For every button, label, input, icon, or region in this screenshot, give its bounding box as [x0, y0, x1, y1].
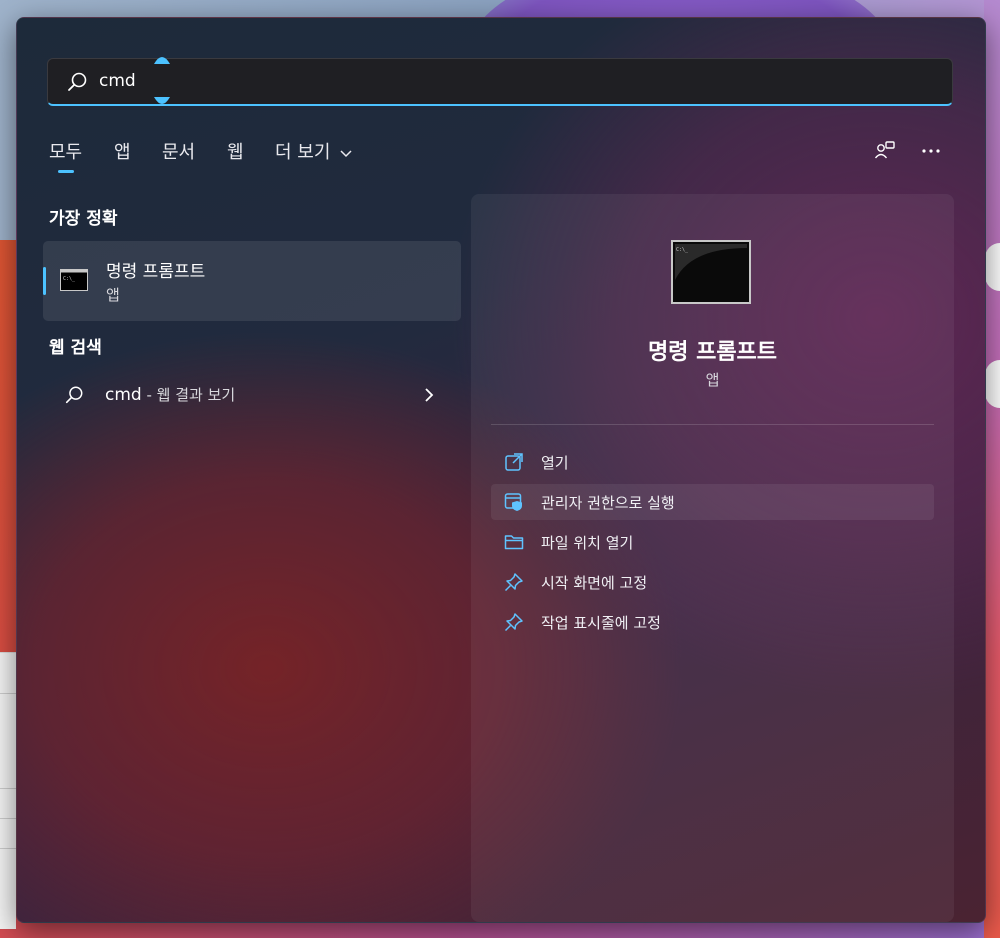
desktop-right-edge: [984, 0, 1000, 938]
desktop-app-icon: [985, 360, 1000, 408]
svg-text:C:\_: C:\_: [63, 276, 76, 282]
tab-documents[interactable]: 문서: [162, 138, 195, 164]
folder-icon: [504, 535, 524, 550]
divider: [491, 424, 934, 425]
action-pin-to-taskbar[interactable]: 작업 표시줄에 고정: [491, 604, 934, 640]
web-result-text: cmd - 웹 결과 보기: [105, 384, 235, 405]
start-search-panel: cmd 모두 앱 문서 웹 더 보기 가장 정확 C:\_ 명령 프롬프트 앱 …: [16, 17, 986, 923]
action-run-as-admin-label: 관리자 권한으로 실행: [541, 494, 675, 512]
web-search-result[interactable]: cmd - 웹 결과 보기: [43, 373, 461, 413]
tab-web[interactable]: 웹: [227, 138, 244, 164]
result-details-pane: C:\_ 명령 프롬프트 앱 열기 관리자 권한으로 실행 파일 위치 열기 시…: [471, 194, 954, 922]
chevron-down-icon: [340, 150, 352, 158]
active-tab-indicator: [58, 170, 74, 173]
tab-apps[interactable]: 앱: [114, 138, 131, 164]
best-match-kind: 앱: [106, 286, 120, 304]
web-result-suffix: - 웹 결과 보기: [141, 386, 236, 404]
chevron-right-icon[interactable]: [423, 387, 435, 403]
command-prompt-icon: C:\_: [60, 269, 88, 291]
action-run-as-admin[interactable]: 관리자 권한으로 실행: [491, 484, 934, 520]
text-selection-handle-top[interactable]: [153, 55, 171, 65]
search-icon: [68, 72, 87, 91]
action-open-label: 열기: [541, 454, 569, 472]
details-kind: 앱: [705, 371, 720, 389]
best-match-name: 명령 프롬프트: [106, 262, 206, 282]
switch-account-icon[interactable]: [873, 139, 897, 163]
shield-run-icon: [504, 493, 522, 511]
search-query-text: cmd: [99, 71, 136, 91]
desktop-app-icon: [985, 243, 1000, 291]
details-title: 명령 프롬프트: [647, 340, 778, 365]
pin-icon: [504, 613, 523, 632]
search-input[interactable]: cmd: [47, 55, 953, 106]
open-external-icon: [505, 453, 523, 471]
best-match-heading: 가장 정확: [49, 209, 118, 229]
tab-more-label: 더 보기: [275, 142, 331, 163]
action-pin-to-start[interactable]: 시작 화면에 고정: [491, 564, 934, 600]
command-prompt-large-icon: C:\_: [671, 240, 751, 304]
background-window: [0, 652, 16, 929]
more-options-icon[interactable]: [919, 139, 943, 163]
web-result-query: cmd: [105, 385, 142, 405]
web-search-heading: 웹 검색: [49, 338, 102, 358]
action-pin-to-taskbar-label: 작업 표시줄에 고정: [541, 614, 661, 632]
text-selection-handle-bottom[interactable]: [153, 96, 171, 106]
svg-text:C:\_: C:\_: [676, 247, 689, 253]
action-open-file-location-label: 파일 위치 열기: [541, 534, 634, 552]
action-open-file-location[interactable]: 파일 위치 열기: [491, 524, 934, 560]
selection-indicator: [43, 267, 46, 295]
pin-icon: [504, 573, 523, 592]
tab-more[interactable]: 더 보기: [275, 138, 352, 164]
tab-all[interactable]: 모두: [49, 138, 82, 164]
action-pin-to-start-label: 시작 화면에 고정: [541, 574, 648, 592]
search-icon: [65, 386, 83, 404]
action-open[interactable]: 열기: [491, 444, 934, 480]
best-match-result[interactable]: C:\_ 명령 프롬프트 앱: [43, 241, 461, 321]
